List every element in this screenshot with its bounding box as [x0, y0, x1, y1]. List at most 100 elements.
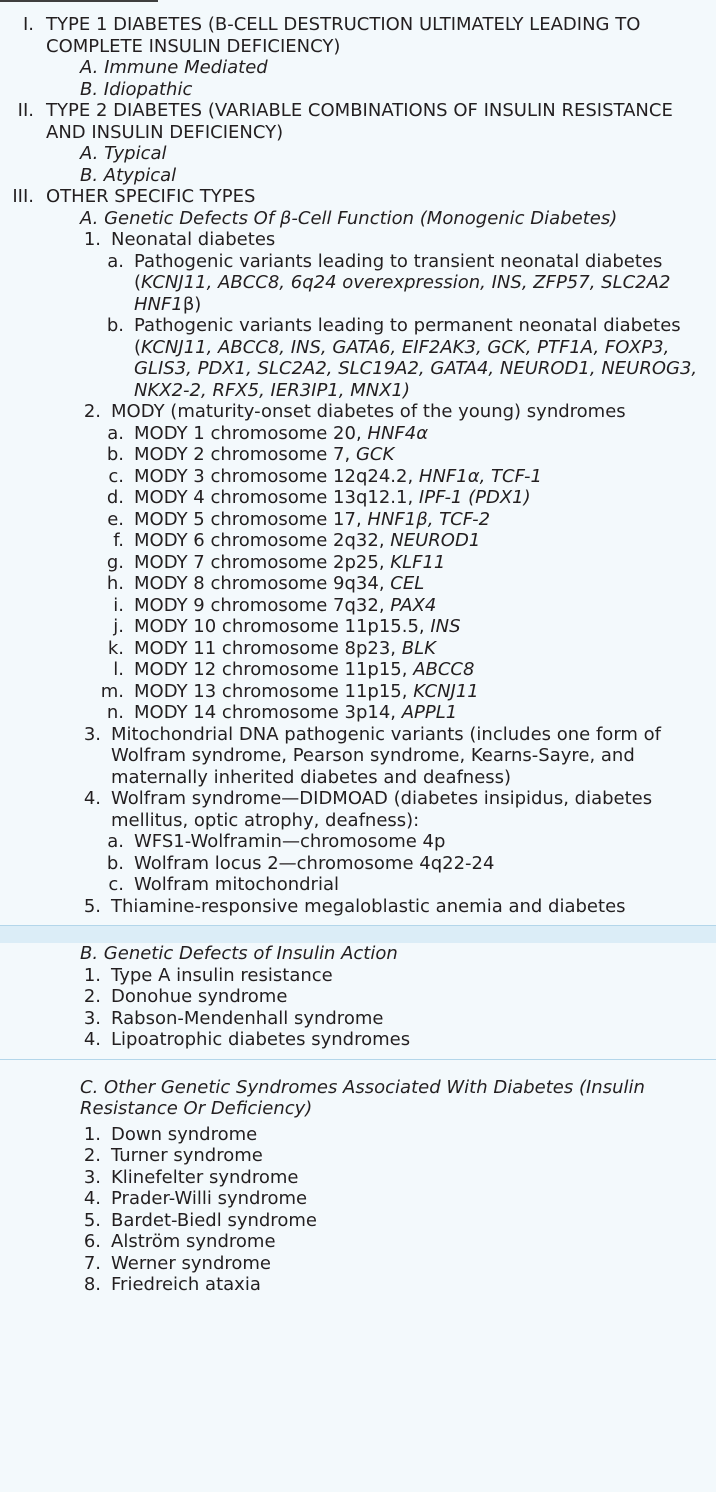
roman-marker: II.	[17, 100, 34, 121]
gene-name: ABCC8	[413, 659, 475, 680]
mody-item: c. MODY 3 chromosome 12q24.2, HNF1α, TCF-…	[0, 466, 716, 488]
gene-name: IPF-1 (PDX1)	[418, 487, 531, 508]
item-text: Type A insulin resistance	[111, 964, 333, 986]
mody-item: h. MODY 8 chromosome 9q34, CEL	[0, 573, 716, 595]
classification-table: I. TYPE 1 DIABETES (Β-CELL DESTRUCTION U…	[0, 0, 716, 1492]
subsection-b-heading: B. Genetic Defects of Insulin Action	[0, 943, 716, 965]
item-number: 5.	[83, 1209, 101, 1231]
item-letter: n.	[106, 702, 124, 723]
item-text: MODY 9 chromosome 7q32, PAX4	[134, 594, 437, 616]
item-text: Wolfram mitochondrial	[134, 874, 339, 895]
item-letter: i.	[113, 594, 124, 616]
item-text: Rabson-Mendenhall syndrome	[111, 1007, 384, 1029]
item-letter: d.	[106, 487, 124, 508]
gene-name: HNF1β, TCF-2	[367, 508, 491, 530]
item-letter: l.	[113, 659, 124, 680]
item-text: Klinefelter syndrome	[111, 1166, 299, 1188]
subsection-a-heading: A. Genetic Defects Of β-Cell Function (M…	[0, 208, 716, 230]
lettered-item: c. Wolfram mitochondrial	[0, 874, 716, 896]
item-letter: f.	[113, 530, 124, 551]
item-letter: h.	[106, 573, 124, 594]
item-text: MODY 1 chromosome 20, HNF4α	[134, 422, 429, 444]
subsection-c-list: 1. Down syndrome 2. Turner syndrome 3. Klinef…	[0, 1124, 716, 1296]
subtype-label: B. Idiopathic	[80, 78, 193, 100]
roman-marker: III.	[12, 186, 34, 207]
mody-item: m. MODY 13 chromosome 11p15, KCNJ11	[0, 681, 716, 703]
item-text: Werner syndrome	[111, 1252, 271, 1274]
gene-list: KCNJ11, ABCC8, 6q24 overexpression, INS,…	[134, 272, 671, 315]
gene-name: APPL1	[401, 702, 458, 723]
item-text: MODY 14 chromosome 3p14, APPL1	[134, 702, 458, 723]
item-text: Pathogenic variants leading to permanent…	[134, 315, 698, 401]
mody-item: i. MODY 9 chromosome 7q32, PAX4	[0, 595, 716, 617]
subtype-item: A. Immune Mediated	[0, 57, 716, 79]
lettered-item: b. Wolfram locus 2—chromosome 4q22-24	[0, 853, 716, 875]
item-number: 2.	[83, 986, 101, 1007]
numbered-item: 7. Werner syndrome	[0, 1253, 716, 1275]
item-text: MODY 13 chromosome 11p15, KCNJ11	[134, 680, 479, 702]
gene-name: GCK	[355, 444, 395, 465]
item-text: Neonatal diabetes	[111, 229, 276, 250]
gene-name: PAX4	[390, 594, 437, 616]
item-letter: j.	[113, 616, 124, 637]
item-number: 3.	[83, 1007, 101, 1029]
gene-name: HNF4α	[367, 422, 429, 444]
mody-item: f. MODY 6 chromosome 2q32, NEUROD1	[0, 530, 716, 552]
item-letter: c.	[108, 465, 124, 487]
section-type-1: I. TYPE 1 DIABETES (Β-CELL DESTRUCTION U…	[0, 14, 716, 57]
item-number: 8.	[83, 1274, 101, 1295]
numbered-item: 6. Alström syndrome	[0, 1231, 716, 1253]
item-text: MODY (maturity-onset diabetes of the you…	[111, 401, 626, 422]
item-text: Prader-Willi syndrome	[111, 1188, 308, 1209]
lettered-item: b. Pathogenic variants leading to perman…	[0, 315, 716, 401]
table-body: I. TYPE 1 DIABETES (Β-CELL DESTRUCTION U…	[0, 14, 716, 1296]
item-letter: b.	[106, 852, 124, 874]
item-letter: e.	[107, 508, 124, 530]
numbered-item: 3. Mitochondrial DNA pathogenic variants…	[0, 724, 716, 789]
item-text: Mitochondrial DNA pathogenic variants (i…	[111, 723, 662, 788]
item-text: Wolfram locus 2—chromosome 4q22-24	[134, 852, 495, 874]
subtype-item: B. Atypical	[0, 165, 716, 187]
numbered-item: 5. Thiamine-responsive megaloblastic ane…	[0, 896, 716, 918]
numbered-item: 1. Neonatal diabetes	[0, 229, 716, 251]
numbered-item: 8. Friedreich ataxia	[0, 1274, 716, 1296]
subtype-label: A. Typical	[80, 143, 167, 164]
numbered-item: 4. Wolfram syndrome—DIDMOAD (diabetes in…	[0, 788, 716, 831]
mody-item: d. MODY 4 chromosome 13q12.1, IPF-1 (PDX1…	[0, 487, 716, 509]
section-type-2: II. TYPE 2 DIABETES (VARIABLE COMBINATIO…	[0, 100, 716, 143]
mody-item: a. MODY 1 chromosome 20, HNF4α	[0, 423, 716, 445]
item-letter: b.	[106, 315, 124, 336]
item-number: 1.	[83, 229, 101, 250]
item-text: MODY 6 chromosome 2q32, NEUROD1	[134, 530, 481, 551]
item-number: 6.	[83, 1231, 101, 1252]
gene-name: KCNJ11	[413, 680, 479, 702]
gene-name: HNF1α, TCF-1	[418, 465, 542, 487]
item-number: 7.	[83, 1252, 101, 1274]
item-letter: g.	[106, 551, 124, 573]
lettered-item: a. Pathogenic variants leading to transi…	[0, 251, 716, 316]
item-text: WFS1-Wolframin—chromosome 4p	[134, 831, 446, 852]
section-other-types: III. OTHER SPECIFIC TYPES	[0, 186, 716, 208]
item-text: MODY 2 chromosome 7, GCK	[134, 444, 395, 465]
lettered-item: a. WFS1-Wolframin—chromosome 4p	[0, 831, 716, 853]
item-text: MODY 4 chromosome 13q12.1, IPF-1 (PDX1)	[134, 487, 531, 508]
gene-name: INS	[430, 616, 461, 637]
numbered-item: 5. Bardet-Biedl syndrome	[0, 1210, 716, 1232]
numbered-item: 2. Donohue syndrome	[0, 986, 716, 1008]
subtype-item: A. Typical	[0, 143, 716, 165]
item-text: Down syndrome	[111, 1123, 258, 1145]
item-text: Turner syndrome	[111, 1145, 263, 1166]
mody-item: g. MODY 7 chromosome 2p25, KLF11	[0, 552, 716, 574]
item-letter: a.	[107, 250, 124, 272]
section-divider-band	[0, 1058, 716, 1077]
item-letter: a.	[107, 831, 124, 852]
subsection-title: C. Other Genetic Syndromes Associated Wi…	[80, 1076, 645, 1120]
numbered-item: 4. Lipoatrophic diabetes syndromes	[0, 1029, 716, 1051]
section-heading: TYPE 2 DIABETES (VARIABLE COMBINATIONS O…	[46, 100, 673, 143]
subsection-title: B. Genetic Defects of Insulin Action	[80, 943, 398, 964]
item-text: Wolfram syndrome—DIDMOAD (diabetes insip…	[111, 788, 653, 831]
numbered-item: 4. Prader-Willi syndrome	[0, 1188, 716, 1210]
item-text: MODY 7 chromosome 2p25, KLF11	[134, 551, 446, 573]
item-text: MODY 3 chromosome 12q24.2, HNF1α, TCF-1	[134, 465, 542, 487]
mody-item: l. MODY 12 chromosome 11p15, ABCC8	[0, 659, 716, 681]
